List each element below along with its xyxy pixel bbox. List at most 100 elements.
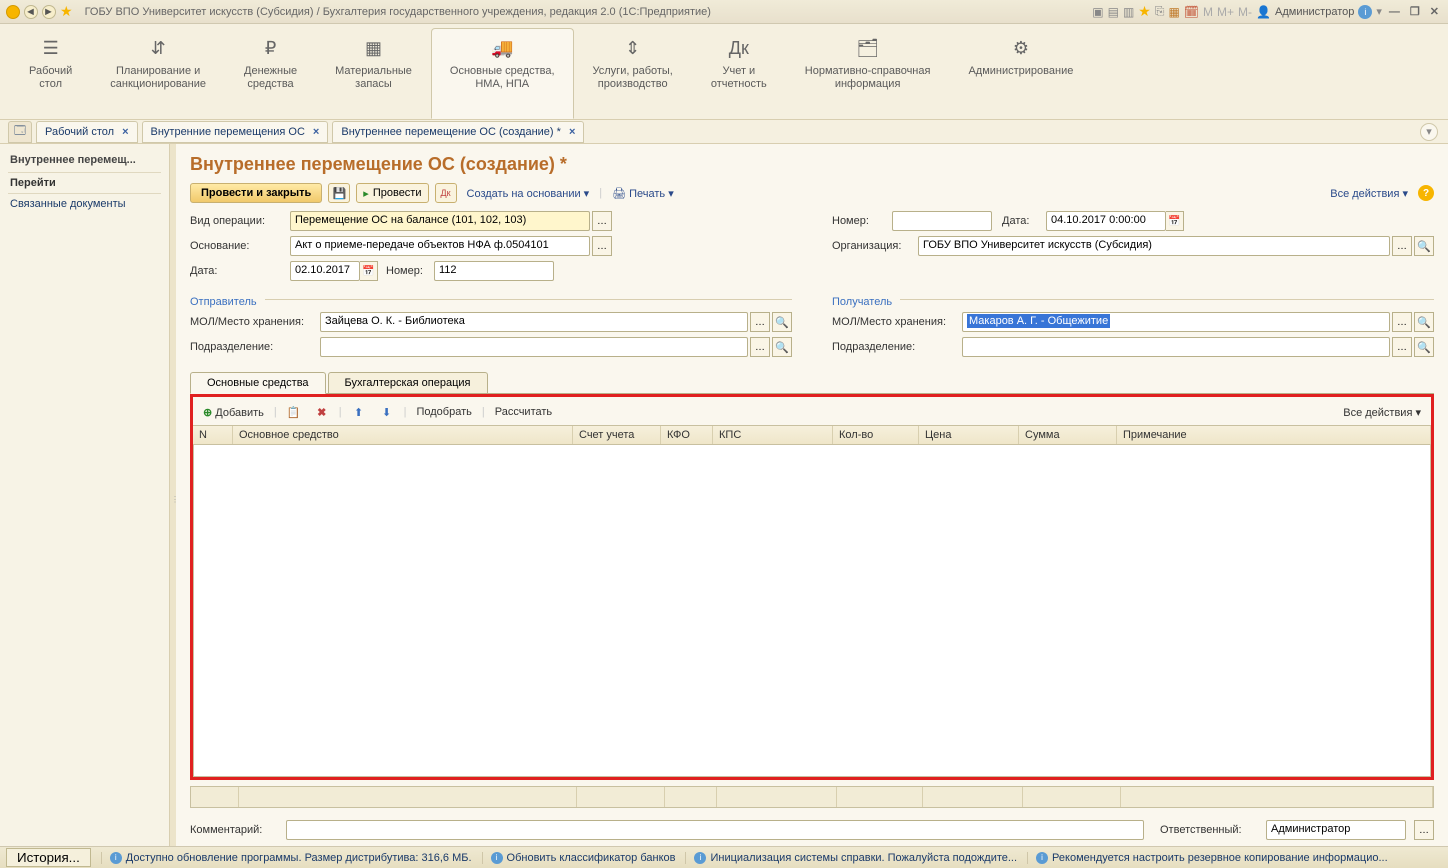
create-based-button[interactable]: Создать на основании ▾ [463,184,594,203]
copy-row-button[interactable]: 📋 [283,402,305,422]
choose-button[interactable]: … [1392,236,1412,256]
close-icon[interactable]: ✕ [1427,5,1442,18]
section-reference[interactable]: 🗂Нормативно-справочная информация [786,28,950,119]
receiver-mol-input[interactable]: Макаров А. Г. - Общежитие [962,312,1390,332]
op-kind-input[interactable]: Перемещение ОС на балансе (101, 102, 103… [290,211,590,231]
doc-num-input[interactable] [892,211,992,231]
sidebar-link-related[interactable]: Связанные документы [8,194,161,214]
search-icon[interactable]: 🔍 [772,337,792,357]
col-asset[interactable]: Основное средство [233,426,573,444]
subtab-accounting[interactable]: Бухгалтерская операция [328,372,488,393]
col-sum[interactable]: Сумма [1019,426,1117,444]
section-accounting[interactable]: ДкУчет и отчетность [692,28,786,119]
gear-icon: ⚙ [968,35,1073,61]
tab-close-icon[interactable]: × [569,126,575,138]
sb-banks[interactable]: iОбновить классификатор банков [482,852,676,864]
tb-mminus-icon[interactable]: M- [1238,5,1252,19]
col-note[interactable]: Примечание [1117,426,1431,444]
tb-grid-icon[interactable]: ▦ [1168,5,1179,19]
tab-close-icon[interactable]: × [313,126,319,138]
src-date-input[interactable]: 02.10.2017 [290,261,360,281]
choose-button[interactable]: … [750,337,770,357]
nav-fwd-icon[interactable]: ► [42,5,56,19]
choose-button[interactable]: … [592,211,612,231]
comment-input[interactable] [286,820,1144,840]
col-kfo[interactable]: КФО [661,426,713,444]
tab-close-icon[interactable]: × [122,126,128,138]
nav-back-icon[interactable]: ◄ [24,5,38,19]
help-icon[interactable]: ? [1418,185,1434,201]
responsible-input[interactable]: Администратор [1266,820,1406,840]
col-n[interactable]: N [193,426,233,444]
post-and-close-button[interactable]: Провести и закрыть [190,183,322,203]
sb-backup[interactable]: iРекомендуется настроить резервное копир… [1027,852,1388,864]
splitter[interactable]: ⋮ [170,144,176,846]
history-button[interactable]: История... [6,848,91,867]
print-button[interactable]: 🖨 Печать ▾ [608,184,678,203]
doc-date-input[interactable]: 04.10.2017 0:00:00 [1046,211,1166,231]
col-price[interactable]: Цена [919,426,1019,444]
search-icon[interactable]: 🔍 [1414,312,1434,332]
delete-row-button[interactable]: ✖ [311,402,333,422]
move-down-button[interactable]: ⬇ [376,402,398,422]
all-actions-button[interactable]: Все действия ▾ [1326,184,1412,203]
choose-button[interactable]: … [1414,820,1434,840]
sb-help-init[interactable]: iИнициализация системы справки. Пожалуйс… [685,852,1017,864]
tb-star-icon[interactable]: ★ [1138,3,1151,20]
desktop-tab-icon[interactable]: 🗔 [8,121,32,143]
tb-m-icon[interactable]: M [1203,5,1213,19]
subtab-assets[interactable]: Основные средства [190,372,326,394]
tab-desktop[interactable]: Рабочий стол× [36,121,138,143]
favorite-star-icon[interactable]: ★ [60,3,73,20]
tb-calendar-icon[interactable]: 🗓 [1184,5,1199,19]
grid-body[interactable] [193,445,1431,777]
section-fixed-assets[interactable]: 🚚Основные средства, НМА, НПА [431,28,574,119]
section-admin[interactable]: ⚙Администрирование [949,28,1092,119]
choose-button[interactable]: … [592,236,612,256]
section-planning[interactable]: ⇵Планирование и санкционирование [91,28,225,119]
post-button[interactable]: ▸Провести [356,183,428,203]
col-qty[interactable]: Кол-во [833,426,919,444]
search-icon[interactable]: 🔍 [1414,236,1434,256]
move-up-button[interactable]: ⬆ [348,402,370,422]
sender-mol-input[interactable]: Зайцева О. К. - Библиотека [320,312,748,332]
org-input[interactable]: ГОБУ ВПО Университет искусств (Субсидия) [918,236,1390,256]
add-row-button[interactable]: ⊕ Добавить [199,403,268,422]
calendar-icon[interactable]: 📅 [360,261,378,281]
sb-update[interactable]: iДоступно обновление программы. Размер д… [101,852,472,864]
choose-button[interactable]: … [1392,337,1412,357]
info-icon[interactable]: i [1358,5,1372,19]
tb-link-icon[interactable]: ⎘ [1155,4,1165,19]
minimize-icon[interactable]: — [1386,6,1403,18]
pick-button[interactable]: Подобрать [412,403,475,421]
save-button[interactable]: 💾 [328,183,350,203]
search-icon[interactable]: 🔍 [1414,337,1434,357]
col-kps[interactable]: КПС [713,426,833,444]
choose-button[interactable]: … [750,312,770,332]
receiver-dept-input[interactable] [962,337,1390,357]
tab-list[interactable]: Внутренние перемещения ОС× [142,121,329,143]
tab-doc[interactable]: Внутреннее перемещение ОС (создание) *× [332,121,584,143]
calc-button[interactable]: Рассчитать [491,403,556,421]
section-money[interactable]: ₽Денежные средства [225,28,316,119]
basis-input[interactable]: Акт о приеме-передаче объектов НФА ф.050… [290,236,590,256]
sender-dept-input[interactable] [320,337,748,357]
search-icon[interactable]: 🔍 [772,312,792,332]
tb-tool-icon[interactable]: ▤ [1108,5,1119,19]
col-account[interactable]: Счет учета [573,426,661,444]
tb-tool-icon[interactable]: ▥ [1123,5,1134,19]
tb-tool-icon[interactable]: ▣ [1092,5,1103,19]
tb-mplus-icon[interactable]: M+ [1217,5,1234,19]
table-all-actions[interactable]: Все действия ▾ [1339,403,1425,422]
src-num-input[interactable]: 112 [434,261,554,281]
maximize-icon[interactable]: ❐ [1407,5,1423,18]
sidebar-link-goto[interactable]: Перейти [8,173,161,194]
calendar-icon[interactable]: 📅 [1166,211,1184,231]
collapse-tabs-icon[interactable]: ▾ [1420,123,1438,141]
section-desktop[interactable]: ☰Рабочий стол [10,28,91,119]
section-services[interactable]: ⇕Услуги, работы, производство [574,28,692,119]
user-label[interactable]: Администратор [1275,6,1354,18]
section-materials[interactable]: ▦Материальные запасы [316,28,431,119]
dk-button[interactable]: Дк [435,183,457,203]
choose-button[interactable]: … [1392,312,1412,332]
